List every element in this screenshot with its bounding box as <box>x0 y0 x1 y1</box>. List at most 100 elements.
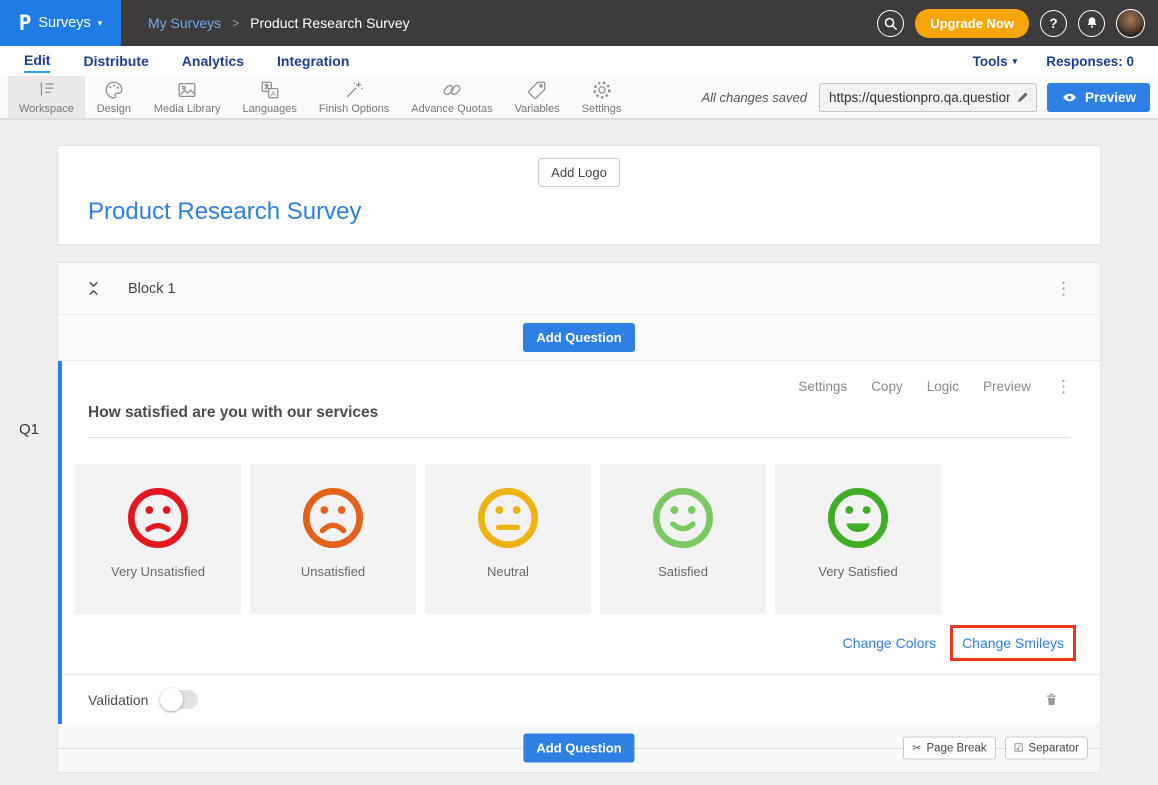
footer-right-buttons: ✂ Page Break ☑ Separator <box>903 737 1088 760</box>
upgrade-now-button[interactable]: Upgrade Now <box>915 9 1029 38</box>
toolbar-tabs: WorkspaceDesignMedia LibraryALanguagesFi… <box>8 76 632 118</box>
preview-button[interactable]: Preview <box>1047 83 1150 112</box>
add-question-button-top[interactable]: Add Question <box>523 323 634 352</box>
nav-tab-distribute[interactable]: Distribute <box>83 51 148 72</box>
nav-tab-edit[interactable]: Edit <box>24 50 50 73</box>
question-card: Settings Copy Logic Preview ⋮ How satisfied… <box>58 361 1100 724</box>
breadcrumb-my-surveys[interactable]: My Surveys <box>148 15 221 31</box>
search-button[interactable] <box>877 10 904 37</box>
add-question-button-bottom[interactable]: Add Question <box>523 734 634 763</box>
smiley-icon <box>651 486 715 550</box>
smiley-options-row: Very Unsatisfied Unsatisfied Neutral Satisf… <box>75 464 1100 614</box>
block-title: Block 1 <box>128 281 176 297</box>
nav-items: Edit Distribute Analytics Integration <box>24 50 382 73</box>
svg-text:A: A <box>270 89 275 98</box>
question-action-logic[interactable]: Logic <box>927 379 959 394</box>
separator-button[interactable]: ☑ Separator <box>1005 737 1088 760</box>
nav-tab-analytics[interactable]: Analytics <box>182 51 244 72</box>
tools-label: Tools <box>973 54 1008 69</box>
scissors-icon: ✂ <box>912 742 921 755</box>
questionpro-logo-icon: P <box>19 11 32 35</box>
survey-url-box <box>819 83 1037 112</box>
chevron-down-icon: ▾ <box>1013 56 1018 67</box>
smiley-option-neutral[interactable]: Neutral <box>425 464 591 614</box>
topbar-actions: Upgrade Now ? <box>877 9 1158 38</box>
top-bar: P Surveys ▾ My Surveys > Product Researc… <box>0 0 1158 46</box>
help-button[interactable]: ? <box>1040 10 1067 37</box>
responses-count[interactable]: Responses: 0 <box>1046 54 1134 69</box>
validation-toggle[interactable] <box>161 690 198 709</box>
toolbar-tab-media-library[interactable]: Media Library <box>143 76 232 118</box>
smiley-icon <box>476 486 540 550</box>
save-status-text: All changes saved <box>701 90 807 105</box>
question-action-links: Settings Copy Logic Preview <box>798 379 1031 394</box>
finish-options-icon <box>343 79 365 101</box>
smiley-option-unsatisfied[interactable]: Unsatisfied <box>250 464 416 614</box>
block-card: Q1 Block 1 ⋮ Add Question SettingsCopyLo… <box>57 262 1101 773</box>
chevron-down-icon: ▾ <box>98 18 103 29</box>
toolbar-tab-variables[interactable]: Variables <box>504 76 571 118</box>
smiley-option-label: Unsatisfied <box>301 564 365 579</box>
page-break-label: Page Break <box>927 742 987 754</box>
smiley-option-label: Neutral <box>487 564 529 579</box>
survey-title[interactable]: Product Research Survey <box>88 198 361 226</box>
block-kebab-menu-icon[interactable]: ⋮ <box>1055 280 1072 297</box>
toggle-knob <box>160 688 183 711</box>
smiley-option-very-unsatisfied[interactable]: Very Unsatisfied <box>75 464 241 614</box>
toolbar-tab-finish-options[interactable]: Finish Options <box>308 76 400 118</box>
advance-quotas-icon <box>441 79 463 101</box>
question-action-copy[interactable]: Copy <box>871 379 903 394</box>
breadcrumb: My Surveys > Product Research Survey <box>148 15 410 31</box>
editor-canvas: Add Logo Product Research Survey Q1 Bloc… <box>0 120 1158 773</box>
edit-url-button[interactable] <box>1016 90 1030 104</box>
workspace-icon <box>35 79 57 101</box>
smiley-option-satisfied[interactable]: Satisfied <box>600 464 766 614</box>
breadcrumb-current-survey: Product Research Survey <box>250 15 410 31</box>
block-footer: Add Question ✂ Page Break ☑ Separator <box>58 724 1100 772</box>
change-colors-link[interactable]: Change Colors <box>843 635 936 651</box>
collapse-block-button[interactable] <box>86 280 101 297</box>
add-question-strip: Add Question <box>58 315 1100 361</box>
question-action-settings[interactable]: Settings <box>798 379 847 394</box>
delete-question-button[interactable] <box>1043 690 1060 709</box>
page-break-button[interactable]: ✂ Page Break <box>903 737 995 760</box>
question-text-underline <box>88 437 1070 438</box>
toolbar-tab-advance-quotas[interactable]: Advance Quotas <box>400 76 503 118</box>
checkbox-checked-icon: ☑ <box>1014 742 1024 755</box>
separator-label: Separator <box>1028 742 1079 754</box>
smiley-option-very-satisfied[interactable]: Very Satisfied <box>775 464 941 614</box>
smiley-icon <box>301 486 365 550</box>
validation-row: Validation <box>62 674 1100 724</box>
tools-menu[interactable]: Tools ▾ <box>973 54 1018 69</box>
survey-header-card: Add Logo Product Research Survey <box>57 145 1101 245</box>
nav-tab-integration[interactable]: Integration <box>277 51 349 72</box>
annotation-highlight-box: Change Smileys <box>950 625 1076 661</box>
smiley-icon <box>126 486 190 550</box>
toolbar-tab-settings[interactable]: Settings <box>571 76 633 118</box>
smiley-option-label: Satisfied <box>658 564 708 579</box>
smiley-option-label: Very Satisfied <box>818 564 898 579</box>
question-action-preview[interactable]: Preview <box>983 379 1031 394</box>
survey-url-input[interactable] <box>819 83 1037 112</box>
toolbar-tab-design[interactable]: Design <box>85 76 143 118</box>
change-smileys-link[interactable]: Change Smileys <box>962 635 1064 651</box>
preview-label: Preview <box>1085 90 1136 105</box>
block-header: Block 1 ⋮ <box>58 263 1100 315</box>
user-avatar[interactable] <box>1116 9 1145 38</box>
variables-icon <box>526 79 548 101</box>
pencil-icon <box>1016 90 1030 104</box>
app-logo-menu[interactable]: P Surveys ▾ <box>0 0 121 46</box>
product-name: Surveys <box>38 15 90 31</box>
bell-icon <box>1084 15 1100 31</box>
toolbar-tab-workspace[interactable]: Workspace <box>8 76 85 118</box>
add-logo-button[interactable]: Add Logo <box>538 158 620 187</box>
trash-icon <box>1043 690 1060 709</box>
eye-icon <box>1061 91 1078 104</box>
media-library-icon <box>176 79 198 101</box>
editor-toolbar: WorkspaceDesignMedia LibraryALanguagesFi… <box>0 76 1158 120</box>
question-text[interactable]: How satisfied are you with our services <box>88 404 1070 422</box>
toolbar-tab-languages[interactable]: ALanguages <box>231 76 307 118</box>
notifications-button[interactable] <box>1078 10 1105 37</box>
design-icon <box>103 79 125 101</box>
question-kebab-menu-icon[interactable]: ⋮ <box>1055 378 1072 395</box>
